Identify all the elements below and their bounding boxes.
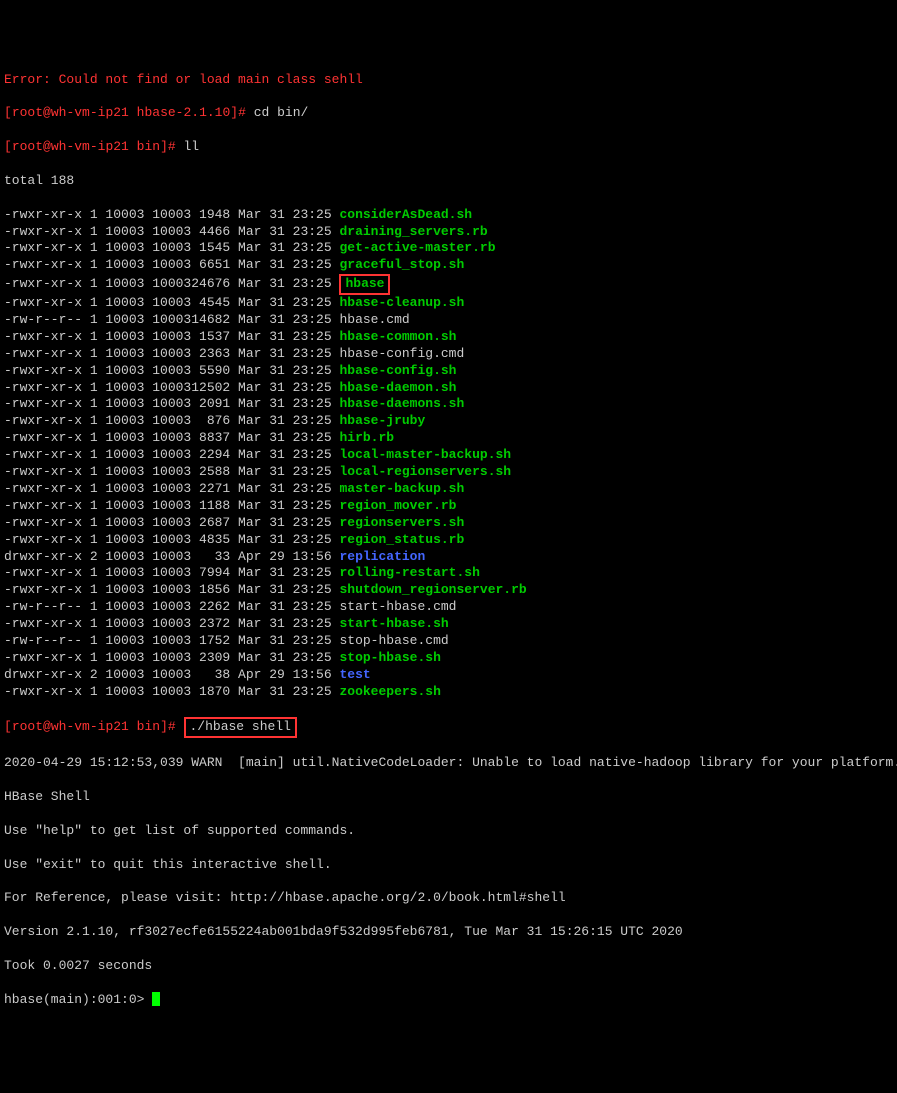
file-row: -rwxr-xr-x 1 10003 10003 1870 Mar 31 23:…	[4, 684, 893, 701]
file-name: local-master-backup.sh	[339, 447, 511, 462]
version-line: Version 2.1.10, rf3027ecfe6155224ab001bd…	[4, 924, 893, 941]
file-name: start-hbase.sh	[339, 616, 448, 631]
file-name: hbase.cmd	[339, 312, 409, 327]
file-row: -rwxr-xr-x 1 10003 10003 876 Mar 31 23:2…	[4, 413, 893, 430]
file-name: stop-hbase.cmd	[339, 633, 448, 648]
file-row: -rwxr-xr-x 1 10003 10003 4466 Mar 31 23:…	[4, 224, 893, 241]
file-row: -rwxr-xr-x 1 10003 10003 1948 Mar 31 23:…	[4, 207, 893, 224]
prompt-line-3: [root@wh-vm-ip21 bin]# ./hbase shell	[4, 717, 893, 738]
file-name: shutdown_regionserver.rb	[339, 582, 526, 597]
file-row: -rwxr-xr-x 1 10003 10003 2372 Mar 31 23:…	[4, 616, 893, 633]
file-listing: -rwxr-xr-x 1 10003 10003 1948 Mar 31 23:…	[4, 207, 893, 701]
file-row: -rwxr-xr-x 1 10003 10003 4835 Mar 31 23:…	[4, 532, 893, 549]
file-row: drwxr-xr-x 2 10003 10003 38 Apr 29 13:56…	[4, 667, 893, 684]
file-name: hirb.rb	[339, 430, 394, 445]
file-row: -rwxr-xr-x 1 10003 10003 1856 Mar 31 23:…	[4, 582, 893, 599]
warning-line: 2020-04-29 15:12:53,039 WARN [main] util…	[4, 755, 893, 772]
file-row: -rwxr-xr-x 1 10003 10003 1537 Mar 31 23:…	[4, 329, 893, 346]
file-name: draining_servers.rb	[339, 224, 487, 239]
file-name: hbase-config.cmd	[339, 346, 464, 361]
reference-line: For Reference, please visit: http://hbas…	[4, 890, 893, 907]
file-name: hbase-daemon.sh	[339, 380, 456, 395]
file-row: -rwxr-xr-x 1 10003 10003 4545 Mar 31 23:…	[4, 295, 893, 312]
file-name: start-hbase.cmd	[339, 599, 456, 614]
file-name: local-regionservers.sh	[339, 464, 511, 479]
prompt-line-1: [root@wh-vm-ip21 hbase-2.1.10]# cd bin/	[4, 105, 893, 122]
file-name: stop-hbase.sh	[339, 650, 440, 665]
file-row: -rwxr-xr-x 1 10003 1000312502 Mar 31 23:…	[4, 380, 893, 397]
file-name: replication	[339, 549, 425, 564]
file-name: region_status.rb	[339, 532, 464, 547]
file-row: -rwxr-xr-x 1 10003 10003 2309 Mar 31 23:…	[4, 650, 893, 667]
file-name: hbase-daemons.sh	[339, 396, 464, 411]
file-row: -rw-r--r-- 1 10003 1000314682 Mar 31 23:…	[4, 312, 893, 329]
file-row: -rwxr-xr-x 1 10003 10003 2363 Mar 31 23:…	[4, 346, 893, 363]
file-row: -rwxr-xr-x 1 10003 10003 2294 Mar 31 23:…	[4, 447, 893, 464]
file-row: -rwxr-xr-x 1 10003 10003 6651 Mar 31 23:…	[4, 257, 893, 274]
file-row: -rwxr-xr-x 1 10003 10003 2588 Mar 31 23:…	[4, 464, 893, 481]
file-name: test	[339, 667, 370, 682]
file-row: -rwxr-xr-x 1 10003 1000324676 Mar 31 23:…	[4, 274, 893, 295]
file-row: -rwxr-xr-x 1 10003 10003 2091 Mar 31 23:…	[4, 396, 893, 413]
file-name: hbase-common.sh	[339, 329, 456, 344]
hbase-shell-title: HBase Shell	[4, 789, 893, 806]
file-row: drwxr-xr-x 2 10003 10003 33 Apr 29 13:56…	[4, 549, 893, 566]
file-row: -rwxr-xr-x 1 10003 10003 1188 Mar 31 23:…	[4, 498, 893, 515]
cursor-icon	[152, 992, 160, 1006]
file-name: region_mover.rb	[339, 498, 456, 513]
file-row: -rwxr-xr-x 1 10003 10003 2687 Mar 31 23:…	[4, 515, 893, 532]
file-name: rolling-restart.sh	[339, 565, 479, 580]
file-row: -rwxr-xr-x 1 10003 10003 7994 Mar 31 23:…	[4, 565, 893, 582]
file-name: regionservers.sh	[339, 515, 464, 530]
file-name: hbase-config.sh	[339, 363, 456, 378]
file-row: -rw-r--r-- 1 10003 10003 2262 Mar 31 23:…	[4, 599, 893, 616]
file-name: master-backup.sh	[339, 481, 464, 496]
file-name: hbase-jruby	[339, 413, 425, 428]
file-row: -rwxr-xr-x 1 10003 10003 2271 Mar 31 23:…	[4, 481, 893, 498]
file-name: hbase-cleanup.sh	[339, 295, 464, 310]
file-name: hbase	[345, 276, 384, 291]
total-line: total 188	[4, 173, 893, 190]
file-name: graceful_stop.sh	[339, 257, 464, 272]
file-row: -rwxr-xr-x 1 10003 10003 1545 Mar 31 23:…	[4, 240, 893, 257]
took-line: Took 0.0027 seconds	[4, 958, 893, 975]
hbase-prompt[interactable]: hbase(main):001:0>	[4, 992, 893, 1009]
file-row: -rw-r--r-- 1 10003 10003 1752 Mar 31 23:…	[4, 633, 893, 650]
help-line: Use "help" to get list of supported comm…	[4, 823, 893, 840]
file-name: zookeepers.sh	[339, 684, 440, 699]
error-message: Error: Could not find or load main class…	[4, 72, 893, 89]
file-row: -rwxr-xr-x 1 10003 10003 5590 Mar 31 23:…	[4, 363, 893, 380]
file-row: -rwxr-xr-x 1 10003 10003 8837 Mar 31 23:…	[4, 430, 893, 447]
command-text: cd bin/	[254, 105, 309, 120]
file-name: get-active-master.rb	[339, 240, 495, 255]
file-name: considerAsDead.sh	[339, 207, 472, 222]
command-text: ll	[184, 139, 200, 154]
exit-line: Use "exit" to quit this interactive shel…	[4, 857, 893, 874]
prompt-line-2: [root@wh-vm-ip21 bin]# ll	[4, 139, 893, 156]
highlighted-command: ./hbase shell	[184, 717, 297, 738]
